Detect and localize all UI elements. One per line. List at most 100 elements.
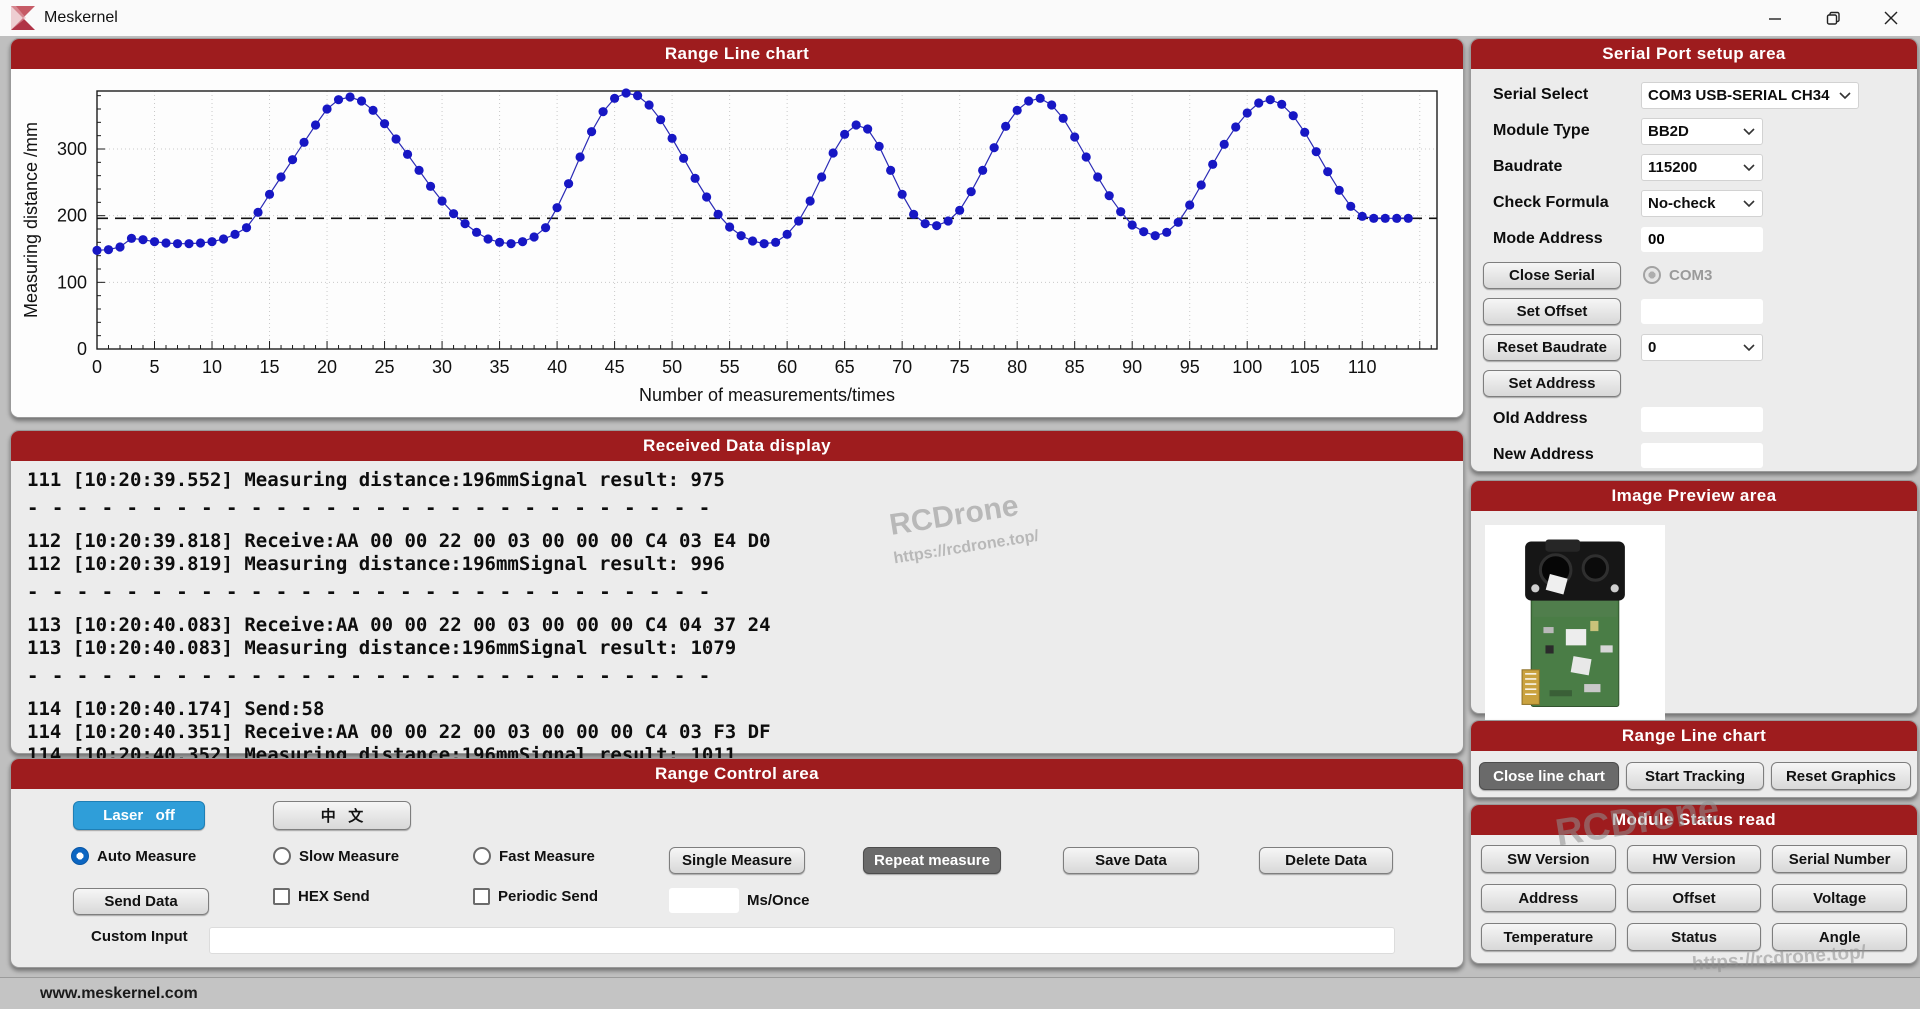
- mode-address-input[interactable]: [1641, 227, 1763, 252]
- set-offset-input[interactable]: [1641, 299, 1763, 324]
- serial-number-button[interactable]: Serial Number: [1772, 845, 1907, 873]
- baudrate-value: 115200: [1648, 159, 1697, 176]
- set-address-button[interactable]: Set Address: [1483, 370, 1621, 397]
- auto-measure-label: Auto Measure: [97, 848, 196, 865]
- serial-port-panel: Serial Port setup area Serial Select COM…: [1470, 38, 1918, 472]
- svg-text:75: 75: [950, 357, 970, 377]
- range-control-header: Range Control area: [11, 759, 1463, 789]
- hw-version-button[interactable]: HW Version: [1627, 845, 1762, 873]
- fast-measure-label: Fast Measure: [499, 848, 595, 865]
- check-formula-dropdown[interactable]: No-check: [1641, 190, 1763, 217]
- svg-text:40: 40: [547, 357, 567, 377]
- module-type-label: Module Type: [1493, 122, 1641, 140]
- received-log[interactable]: 111 [10:20:39.552] Measuring distance:19…: [11, 461, 1463, 761]
- check-formula-label: Check Formula: [1493, 194, 1641, 212]
- close-line-chart-button[interactable]: Close line chart: [1479, 762, 1619, 790]
- old-address-input[interactable]: [1641, 407, 1763, 432]
- close-icon: [1884, 11, 1898, 25]
- serial-port-header: Serial Port setup area: [1471, 39, 1917, 69]
- status-button[interactable]: Status: [1627, 923, 1762, 951]
- log-separator: - - - - - - - - - - - - - - - - - - - - …: [27, 499, 1463, 518]
- log-line: 113 [10:20:40.083] Receive:AA 00 00 22 0…: [27, 614, 1463, 637]
- reset-graphics-button[interactable]: Reset Graphics: [1771, 762, 1911, 790]
- reset-baudrate-button[interactable]: Reset Baudrate: [1483, 334, 1621, 361]
- mode-address-label: Mode Address: [1493, 230, 1641, 248]
- log-line: 113 [10:20:40.083] Measuring distance:19…: [27, 637, 1463, 660]
- slow-measure-radio[interactable]: [273, 847, 291, 865]
- svg-text:70: 70: [892, 357, 912, 377]
- save-data-button[interactable]: Save Data: [1063, 847, 1199, 874]
- received-data-header: Received Data display: [11, 431, 1463, 461]
- periodic-send-checkbox[interactable]: [473, 888, 490, 905]
- reset-baudrate-value: 0: [1648, 339, 1656, 356]
- hex-send-label: HEX Send: [298, 888, 370, 905]
- received-data-panel: Received Data display 111 [10:20:39.552]…: [10, 430, 1464, 754]
- voltage-button[interactable]: Voltage: [1772, 884, 1907, 912]
- image-preview-panel: Image Preview area: [1470, 480, 1918, 714]
- svg-text:110: 110: [1348, 357, 1377, 377]
- check-formula-value: No-check: [1648, 195, 1716, 212]
- svg-text:85: 85: [1065, 357, 1085, 377]
- svg-text:15: 15: [260, 357, 280, 377]
- svg-text:100: 100: [57, 272, 87, 292]
- svg-text:30: 30: [432, 357, 452, 377]
- log-line: 112 [10:20:39.818] Receive:AA 00 00 22 0…: [27, 530, 1463, 553]
- image-preview-header: Image Preview area: [1471, 481, 1917, 511]
- repeat-measure-button[interactable]: Repeat measure: [863, 847, 1001, 874]
- start-tracking-button[interactable]: Start Tracking: [1626, 762, 1764, 790]
- send-data-button[interactable]: Send Data: [73, 888, 209, 915]
- range-line-chart-header: Range Line chart: [11, 39, 1463, 69]
- ms-once-input[interactable]: [669, 888, 739, 913]
- set-offset-button[interactable]: Set Offset: [1483, 298, 1621, 325]
- app-logo-icon: [10, 5, 36, 31]
- minimize-button[interactable]: [1746, 0, 1804, 36]
- reset-baudrate-dropdown[interactable]: 0: [1641, 334, 1763, 361]
- svg-text:45: 45: [605, 357, 625, 377]
- baudrate-dropdown[interactable]: 115200: [1641, 154, 1763, 181]
- svg-text:5: 5: [150, 357, 160, 377]
- module-type-dropdown[interactable]: BB2D: [1641, 118, 1763, 145]
- new-address-input[interactable]: [1641, 443, 1763, 468]
- svg-text:0: 0: [77, 339, 87, 359]
- module-status-grid: SW Version HW Version Serial Number Address…: [1481, 845, 1907, 951]
- svg-text:50: 50: [662, 357, 682, 377]
- com-port-radio[interactable]: [1643, 266, 1661, 284]
- delete-data-button[interactable]: Delete Data: [1259, 847, 1393, 874]
- com-port-label: COM3: [1669, 267, 1712, 284]
- svg-text:20: 20: [317, 357, 337, 377]
- angle-button[interactable]: Angle: [1772, 923, 1907, 951]
- range-line-chart-panel: Range Line chart 05101520253035404550556…: [10, 38, 1464, 418]
- line-chart-controls-header: Range Line chart: [1471, 721, 1917, 751]
- svg-text:105: 105: [1290, 357, 1320, 377]
- svg-text:300: 300: [57, 139, 87, 159]
- svg-text:Number of measurements/times: Number of measurements/times: [639, 385, 895, 405]
- log-line: 114 [10:20:40.174] Send:58: [27, 698, 1463, 721]
- custom-input-field[interactable]: [209, 927, 1395, 954]
- svg-text:80: 80: [1007, 357, 1027, 377]
- ms-once-label: Ms/Once: [747, 892, 810, 909]
- svg-text:0: 0: [92, 357, 102, 377]
- close-button[interactable]: [1862, 0, 1920, 36]
- offset-button[interactable]: Offset: [1627, 884, 1762, 912]
- laser-toggle-button[interactable]: Laser off: [73, 801, 205, 830]
- svg-text:10: 10: [202, 357, 222, 377]
- close-serial-button[interactable]: Close Serial: [1483, 262, 1621, 289]
- auto-measure-radio[interactable]: [71, 847, 89, 865]
- log-separator: - - - - - - - - - - - - - - - - - - - - …: [27, 667, 1463, 686]
- address-button[interactable]: Address: [1481, 884, 1616, 912]
- svg-text:90: 90: [1122, 357, 1142, 377]
- log-line: 111 [10:20:39.552] Measuring distance:19…: [27, 469, 1463, 492]
- single-measure-button[interactable]: Single Measure: [669, 847, 805, 874]
- hex-send-checkbox[interactable]: [273, 888, 290, 905]
- restore-button[interactable]: [1804, 0, 1862, 36]
- fast-measure-radio[interactable]: [473, 847, 491, 865]
- svg-text:60: 60: [777, 357, 797, 377]
- custom-input-label: Custom Input: [91, 928, 188, 945]
- sw-version-button[interactable]: SW Version: [1481, 845, 1616, 873]
- module-status-panel: Module Status read SW VersionHW VersionS…: [1470, 804, 1918, 964]
- serial-select-dropdown[interactable]: COM3 USB-SERIAL CH34: [1641, 82, 1859, 109]
- language-toggle-button[interactable]: 中 文: [273, 801, 411, 830]
- window-title: Meskernel: [44, 9, 118, 27]
- temperature-button[interactable]: Temperature: [1481, 923, 1616, 951]
- svg-text:55: 55: [720, 357, 740, 377]
